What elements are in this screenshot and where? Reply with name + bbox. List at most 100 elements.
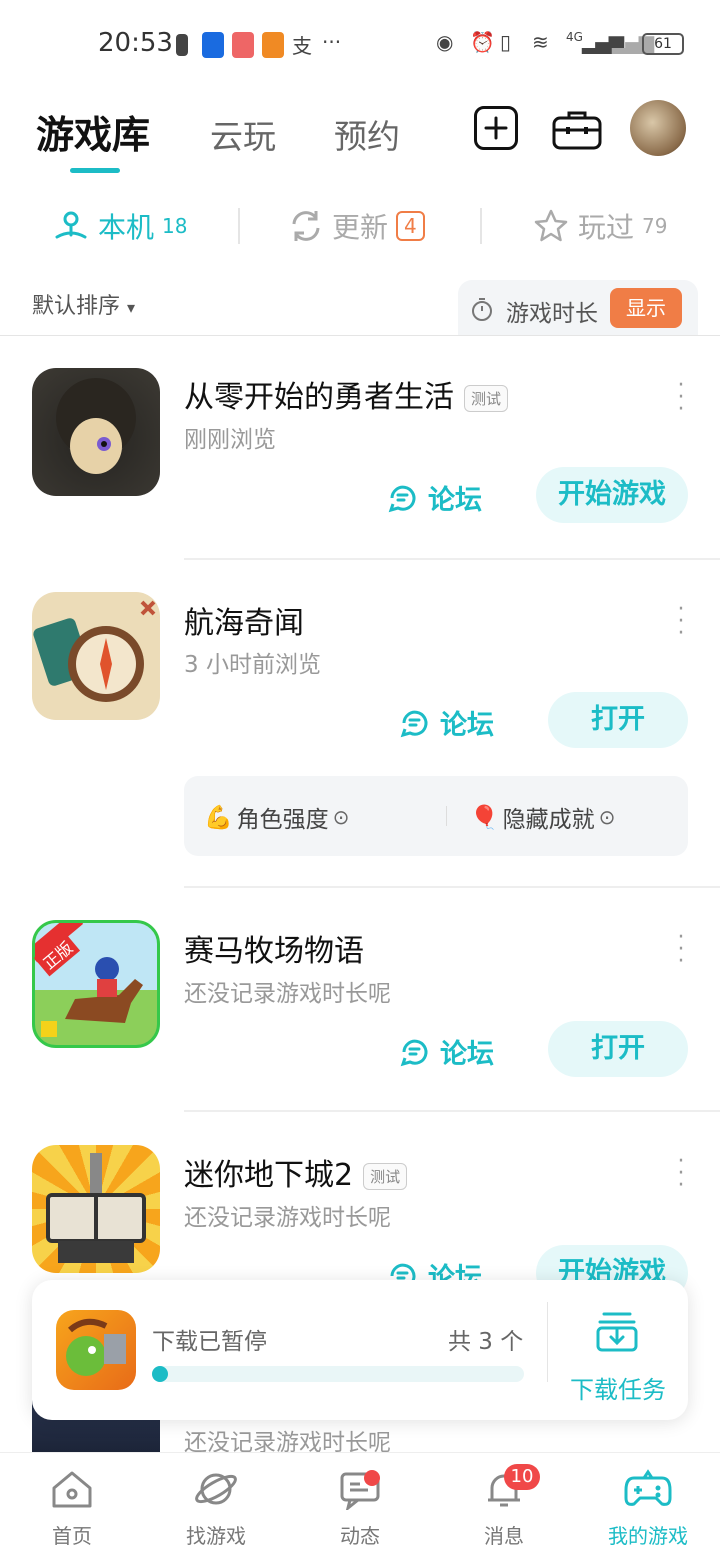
game-title[interactable]: 迷你地下城2 测试 bbox=[184, 1150, 408, 1194]
more-options-icon[interactable]: · · · bbox=[676, 599, 686, 645]
game-icon-horse-ranch[interactable] bbox=[32, 920, 160, 1048]
nav-my-games[interactable]: 我的游戏 bbox=[576, 1468, 720, 1549]
open-button[interactable]: 打开 bbox=[548, 1021, 688, 1077]
feed-notification-dot bbox=[364, 1470, 380, 1486]
status-time: 20:53 bbox=[98, 28, 173, 58]
download-tasks-button[interactable]: 下载任务 bbox=[570, 1370, 666, 1405]
balloon-icon: 🎈 bbox=[470, 804, 499, 831]
forum-label: 论坛 bbox=[428, 485, 482, 516]
subtab-update[interactable]: 更新 4 bbox=[288, 206, 425, 246]
home-icon bbox=[52, 1471, 92, 1508]
game-title-text: 迷你地下城2 bbox=[184, 1158, 354, 1193]
more-options-icon[interactable]: · · · bbox=[676, 375, 686, 421]
download-count: 共 3 个 bbox=[448, 1329, 524, 1355]
forum-label: 论坛 bbox=[440, 710, 494, 741]
download-progress-track bbox=[152, 1366, 524, 1382]
messages-badge: 10 bbox=[504, 1464, 540, 1490]
forum-icon bbox=[388, 485, 416, 512]
subtab-played-count: 79 bbox=[642, 214, 668, 238]
timer-icon bbox=[470, 296, 494, 326]
plus-square-icon bbox=[484, 116, 508, 140]
game-title-text: 赛马牧场物语 bbox=[184, 934, 364, 969]
nav-find-games[interactable]: 找游戏 bbox=[144, 1468, 288, 1549]
sort-label: 默认排序 bbox=[32, 294, 121, 319]
gamepad-icon bbox=[624, 1469, 672, 1506]
tab-reservation[interactable]: 预约 bbox=[334, 110, 400, 158]
alipay-icon: 支 bbox=[292, 34, 312, 58]
game-last-played: 还没记录游戏时长呢 bbox=[184, 981, 391, 1007]
forum-icon bbox=[400, 1039, 428, 1066]
refresh-icon bbox=[292, 211, 320, 241]
nav-home[interactable]: 首页 bbox=[0, 1468, 144, 1549]
nav-label: 消息 bbox=[484, 1524, 524, 1548]
subtab-played-label: 玩过 bbox=[578, 211, 635, 244]
arrow-circle-icon: ⊙ bbox=[598, 805, 616, 829]
vibrate-icon: ▯ bbox=[500, 30, 512, 54]
local-device-icon bbox=[55, 211, 87, 239]
forum-label: 论坛 bbox=[440, 1039, 494, 1070]
sort-dropdown[interactable]: 默认排序 ▾ bbox=[32, 288, 135, 320]
extra-label: 隐藏成就 bbox=[502, 807, 595, 833]
muscle-icon: 💪 bbox=[204, 804, 233, 831]
download-status: 下载已暂停 bbox=[152, 1329, 267, 1355]
game-icon-mini-dungeon[interactable] bbox=[32, 1145, 160, 1273]
extra-character-strength[interactable]: 💪 角色强度 ⊙ bbox=[204, 800, 349, 834]
network-type: 4G bbox=[566, 30, 583, 44]
game-title-text: 航海奇闻 bbox=[184, 606, 304, 641]
alarm-icon: ⏰ bbox=[470, 30, 495, 54]
subtab-divider bbox=[480, 208, 482, 244]
forum-button[interactable]: 论坛 bbox=[398, 1032, 494, 1071]
game-last-played: 刚刚浏览 bbox=[184, 427, 276, 453]
game-last-played: 3 小时前浏览 bbox=[184, 652, 321, 678]
tab-underline bbox=[70, 168, 120, 173]
extra-label: 角色强度 bbox=[236, 807, 329, 833]
subtab-local-count: 18 bbox=[162, 214, 188, 238]
game-title-text: 从零开始的勇者生活 bbox=[184, 380, 454, 415]
nav-feed[interactable]: 动态 bbox=[288, 1468, 432, 1549]
download-divider bbox=[547, 1302, 548, 1382]
more-options-icon[interactable]: · · · bbox=[676, 1151, 686, 1197]
game-icon-voyage[interactable] bbox=[32, 592, 160, 720]
forum-button[interactable]: 论坛 bbox=[386, 478, 482, 517]
tab-game-library[interactable]: 游戏库 bbox=[36, 104, 150, 159]
more-notifications-icon: ··· bbox=[322, 30, 342, 54]
game-title[interactable]: 赛马牧场物语 bbox=[184, 926, 364, 970]
playtime-show-button[interactable]: 显示 bbox=[610, 288, 682, 328]
arrow-circle-icon: ⊙ bbox=[332, 805, 350, 829]
divider bbox=[184, 886, 720, 888]
star-icon bbox=[534, 209, 568, 242]
forum-icon bbox=[400, 710, 428, 737]
download-tray-icon[interactable] bbox=[594, 1306, 640, 1356]
chevron-down-icon: ▾ bbox=[127, 298, 136, 317]
game-title[interactable]: 从零开始的勇者生活 测试 bbox=[184, 372, 509, 416]
subtab-local[interactable]: 本机 18 bbox=[52, 206, 187, 246]
game-icon-hero-life[interactable] bbox=[32, 368, 160, 496]
test-tag: 测试 bbox=[464, 385, 509, 412]
add-button[interactable] bbox=[474, 106, 518, 150]
toolbox-button[interactable] bbox=[552, 110, 602, 154]
extra-hidden-achievements[interactable]: 🎈 隐藏成就 ⊙ bbox=[470, 800, 615, 834]
bulb-app-icon bbox=[202, 32, 224, 58]
subtab-played[interactable]: 玩过 79 bbox=[532, 206, 667, 246]
divider bbox=[184, 1110, 720, 1112]
forum-button[interactable]: 论坛 bbox=[398, 703, 494, 742]
game-title[interactable]: 航海奇闻 bbox=[184, 598, 304, 642]
subtab-update-label: 更新 bbox=[332, 211, 389, 244]
divider bbox=[0, 335, 720, 336]
video-app-icon bbox=[262, 32, 284, 58]
divider bbox=[184, 558, 720, 560]
nav-label: 首页 bbox=[52, 1524, 92, 1548]
downloading-game-icon bbox=[56, 1310, 136, 1390]
test-tag: 测试 bbox=[363, 1163, 408, 1190]
extra-divider bbox=[446, 806, 447, 826]
nav-label: 找游戏 bbox=[186, 1524, 246, 1548]
open-button[interactable]: 打开 bbox=[548, 692, 688, 748]
planet-icon bbox=[195, 1473, 237, 1505]
nav-label: 动态 bbox=[340, 1524, 380, 1548]
start-game-button[interactable]: 开始游戏 bbox=[536, 467, 688, 523]
calendar-app-icon bbox=[232, 32, 254, 58]
sim-icon bbox=[176, 34, 188, 56]
more-options-icon[interactable]: · · · bbox=[676, 927, 686, 973]
user-avatar[interactable] bbox=[630, 100, 686, 156]
tab-cloud-play[interactable]: 云玩 bbox=[210, 110, 276, 158]
